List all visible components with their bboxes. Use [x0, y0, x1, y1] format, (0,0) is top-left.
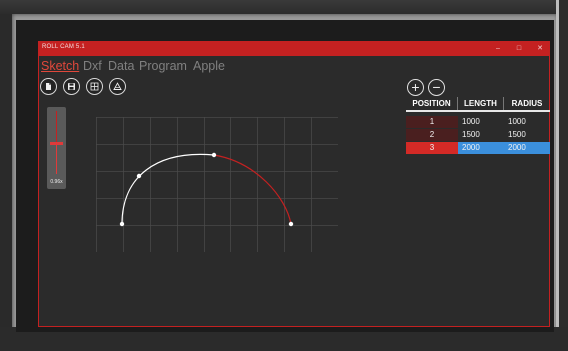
- minimize-button[interactable]: –: [491, 43, 505, 55]
- table-row[interactable]: 3 2000 2000: [406, 142, 550, 154]
- menu-sketch[interactable]: Sketch: [41, 59, 79, 73]
- title-bar: ROLL CAM 5.1 – □ ✕: [39, 42, 549, 56]
- path-point-start[interactable]: [119, 221, 125, 227]
- new-file-button[interactable]: [40, 78, 57, 95]
- maximize-button[interactable]: □: [512, 43, 526, 55]
- remove-row-button[interactable]: −: [428, 79, 445, 96]
- window-title: ROLL CAM 5.1: [42, 44, 85, 50]
- menu-data[interactable]: Data: [108, 59, 134, 73]
- monitor-left-edge: [0, 14, 12, 351]
- save-button[interactable]: [63, 78, 80, 95]
- new-file-icon: [46, 83, 51, 90]
- menu-apple[interactable]: Apple: [193, 59, 225, 73]
- grid-toggle-button[interactable]: [86, 78, 103, 95]
- app-window: ROLL CAM 5.1 – □ ✕ Sketch Dxf Data Progr…: [38, 41, 550, 327]
- zoom-slider-thumb[interactable]: [50, 142, 63, 145]
- cell-position[interactable]: 1: [406, 116, 458, 128]
- table-row[interactable]: 1 1000 1000: [406, 116, 550, 128]
- add-row-button[interactable]: +: [407, 79, 424, 96]
- measure-button[interactable]: [109, 78, 126, 95]
- header-radius: RADIUS: [511, 99, 543, 108]
- path-point-end[interactable]: [288, 221, 294, 227]
- path-segment-red: [213, 154, 292, 225]
- cell-position[interactable]: 3: [406, 142, 458, 154]
- monitor-right-edge: [556, 0, 559, 351]
- zoom-slider[interactable]: 0.96x: [47, 107, 66, 189]
- measure-icon: [113, 82, 122, 90]
- zoom-slider-fill: [56, 144, 57, 174]
- monitor-right-side: [558, 0, 568, 351]
- sketch-canvas[interactable]: [96, 117, 338, 252]
- cell-radius[interactable]: 1000: [504, 116, 550, 128]
- grid-icon: [90, 82, 99, 91]
- desk-top: [0, 0, 568, 14]
- table-row[interactable]: 2 1500 1500: [406, 129, 550, 141]
- cell-radius[interactable]: 2000: [504, 142, 550, 154]
- path-segment-white: [121, 153, 215, 225]
- path-point-2[interactable]: [211, 152, 217, 158]
- menu-program[interactable]: Program: [139, 59, 187, 73]
- menu-dxf[interactable]: Dxf: [83, 59, 102, 73]
- header-position: POSITION: [406, 97, 458, 110]
- header-length: LENGTH: [458, 97, 504, 110]
- cell-position[interactable]: 2: [406, 129, 458, 141]
- cell-length[interactable]: 2000: [458, 142, 504, 154]
- path-point-1[interactable]: [136, 173, 142, 179]
- zoom-value-label: 0.96x: [50, 179, 63, 185]
- cell-radius[interactable]: 1500: [504, 129, 550, 141]
- cell-length[interactable]: 1500: [458, 129, 504, 141]
- cell-length[interactable]: 1000: [458, 116, 504, 128]
- close-button[interactable]: ✕: [533, 43, 547, 55]
- header-underline: [406, 110, 550, 112]
- save-icon: [68, 83, 75, 90]
